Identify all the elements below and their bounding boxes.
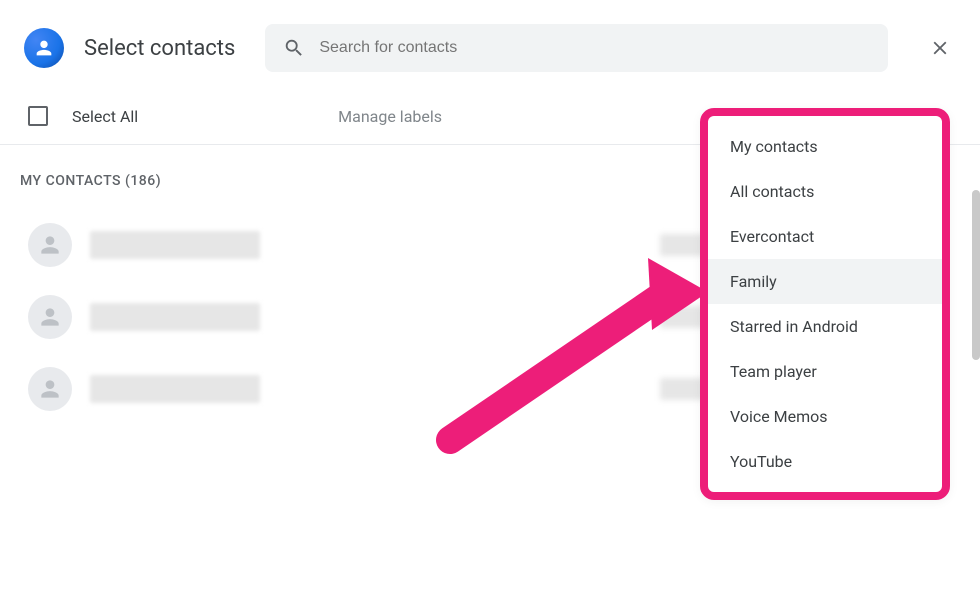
search-icon [283, 37, 305, 59]
contact-name-redacted [90, 231, 260, 259]
dialog-header: Select contacts [0, 0, 980, 92]
avatar [28, 223, 72, 267]
avatar [28, 367, 72, 411]
select-all-label[interactable]: Select All [72, 107, 138, 126]
scrollbar[interactable] [972, 190, 980, 360]
contacts-logo-icon [24, 28, 64, 68]
dropdown-item[interactable]: Family [708, 259, 942, 304]
dropdown-item[interactable]: Evercontact [708, 214, 942, 259]
labels-dropdown: My contactsAll contactsEvercontactFamily… [700, 108, 950, 500]
search-input[interactable] [319, 39, 870, 57]
contact-name-redacted [90, 303, 260, 331]
dropdown-item[interactable]: YouTube [708, 439, 942, 484]
dropdown-item[interactable]: All contacts [708, 169, 942, 214]
manage-labels-button[interactable]: Manage labels [338, 107, 442, 126]
contact-name-redacted [90, 375, 260, 403]
page-title: Select contacts [84, 36, 235, 61]
dropdown-item[interactable]: Starred in Android [708, 304, 942, 349]
close-icon [929, 37, 951, 59]
avatar [28, 295, 72, 339]
dropdown-item[interactable]: Team player [708, 349, 942, 394]
close-button[interactable] [920, 28, 960, 68]
dropdown-item[interactable]: Voice Memos [708, 394, 942, 439]
select-all-checkbox[interactable] [28, 106, 48, 126]
dropdown-item[interactable]: My contacts [708, 124, 942, 169]
search-field[interactable] [265, 24, 888, 72]
